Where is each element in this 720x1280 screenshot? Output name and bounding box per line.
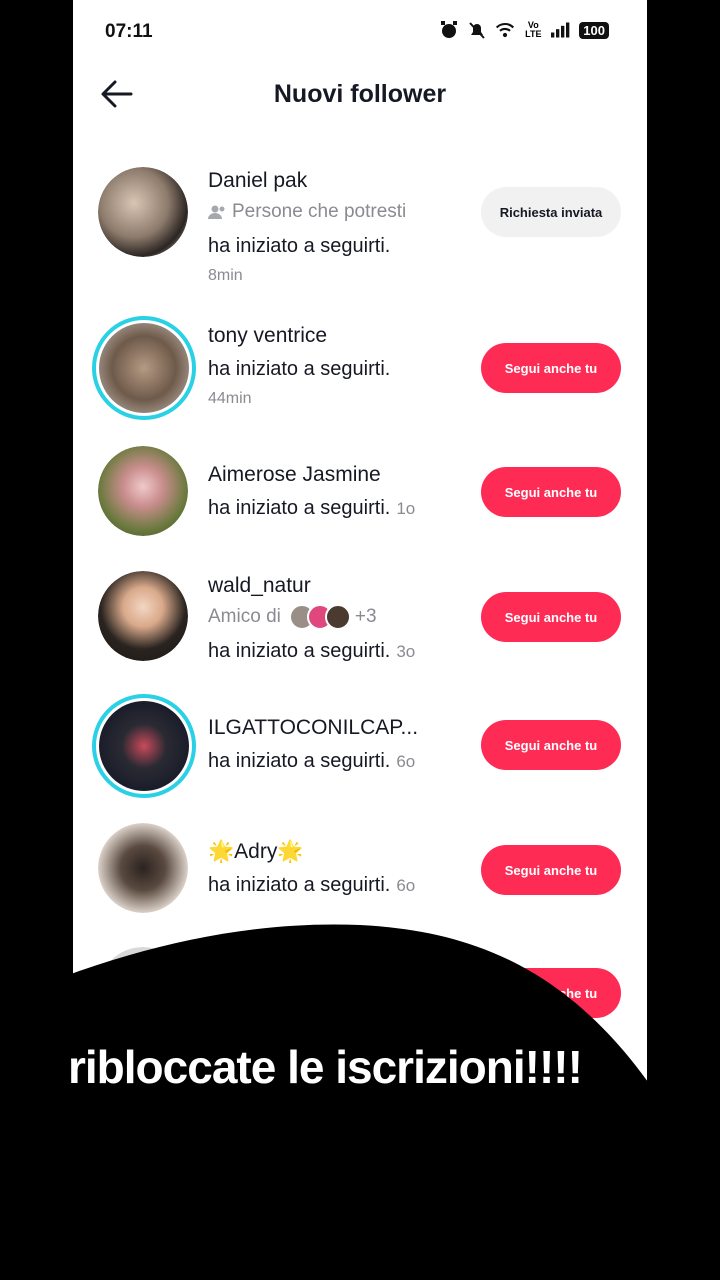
signal-icon [551,20,571,40]
follow-back-button[interactable]: Segui anche tu [481,845,621,895]
request-sent-button[interactable]: Richiesta inviata [481,187,621,237]
avatar-story-ring[interactable] [92,316,196,420]
mutual-friends: Amico di +3 [208,604,377,630]
mini-avatar [324,604,351,630]
page-title: Nuovi follower [273,80,447,108]
status-bar: 07:11 Vo LTE 100 [73,0,647,64]
wifi-icon [495,20,515,40]
user-name[interactable]: ILGATTOCONILCAP... [208,716,418,740]
list-item[interactable]: wald_natur Amico di +3 ha iniziato a seg… [73,570,647,680]
follow-message: ha iniziato a seguirti. 6o [208,750,415,773]
follow-back-button[interactable]: Segui anche tu [481,968,621,1018]
battery-icon: 100 [579,21,609,39]
mute-bell-icon [467,20,487,40]
user-name[interactable]: Aimerose Jasmine [208,463,381,487]
follow-text: ha iniziato a seguirti. [208,874,391,896]
follow-message: ha iniziato a seguirti. 6o [208,874,415,897]
timestamp: 44min [208,390,252,407]
timestamp: 6o [396,752,416,771]
avatar[interactable] [98,167,188,257]
follow-message: ha iniziato a seguirti. 3o [208,640,415,663]
avatar[interactable] [98,446,188,536]
mutual-friends-label: Amico di [208,606,281,627]
volte-icon: Vo LTE [525,20,542,39]
avatar[interactable] [98,823,188,913]
follow-back-button[interactable]: Segui anche tu [481,592,621,642]
timestamp: 8min [208,267,243,284]
suggestion-label: Persone che potresti [208,201,406,223]
status-icons: Vo LTE 100 [439,20,609,40]
list-item[interactable]: 🌟Adry🌟 ha iniziato a seguirti. 6o Segui a… [73,822,647,922]
avatar[interactable] [98,947,188,1037]
follow-message: ha iniziato a seguirti. 1o [208,497,415,520]
mutual-avatars [288,604,351,630]
follow-message: ha iniziato a seguirti. [208,358,391,380]
header: Nuovi follower [73,64,647,124]
list-item[interactable]: Segui anche tu [73,946,647,1046]
follow-message: ha iniziato a seguirti. [208,235,391,257]
follow-back-button[interactable]: Segui anche tu [481,343,621,393]
user-name[interactable]: Daniel pak [208,169,307,193]
timestamp: 3o [396,642,416,661]
follow-text: ha iniziato a seguirti. [208,640,391,662]
timestamp: 6o [396,876,416,895]
avatar[interactable] [98,571,188,661]
follow-back-button[interactable]: Segui anche tu [481,467,621,517]
user-name[interactable]: wald_natur [208,574,311,598]
video-caption: ribloccate le iscrizioni!!!! [68,1041,583,1093]
suggestion-text: Persone che potresti [232,201,407,222]
people-icon [208,205,225,219]
user-name[interactable]: 🌟Adry🌟 [208,840,303,864]
timestamp: 1o [396,499,416,518]
list-item[interactable]: ILGATTOCONILCAP... ha iniziato a seguirt… [73,694,647,798]
avatar-story-ring[interactable] [92,694,196,798]
follow-back-button[interactable]: Segui anche tu [481,720,621,770]
follow-text: ha iniziato a seguirti. [208,497,391,519]
list-item[interactable]: tony ventrice ha iniziato a seguirti. 44… [73,316,647,428]
list-item[interactable]: Daniel pak Persone che potresti ha inizi… [73,165,647,295]
mutual-more-count: +3 [354,606,377,627]
follow-text: ha iniziato a seguirti. [208,750,391,772]
user-name[interactable]: tony ventrice [208,324,327,348]
status-time: 07:11 [105,21,153,42]
alarm-icon [439,20,459,40]
list-item[interactable]: Aimerose Jasmine ha iniziato a seguirti.… [73,446,647,546]
